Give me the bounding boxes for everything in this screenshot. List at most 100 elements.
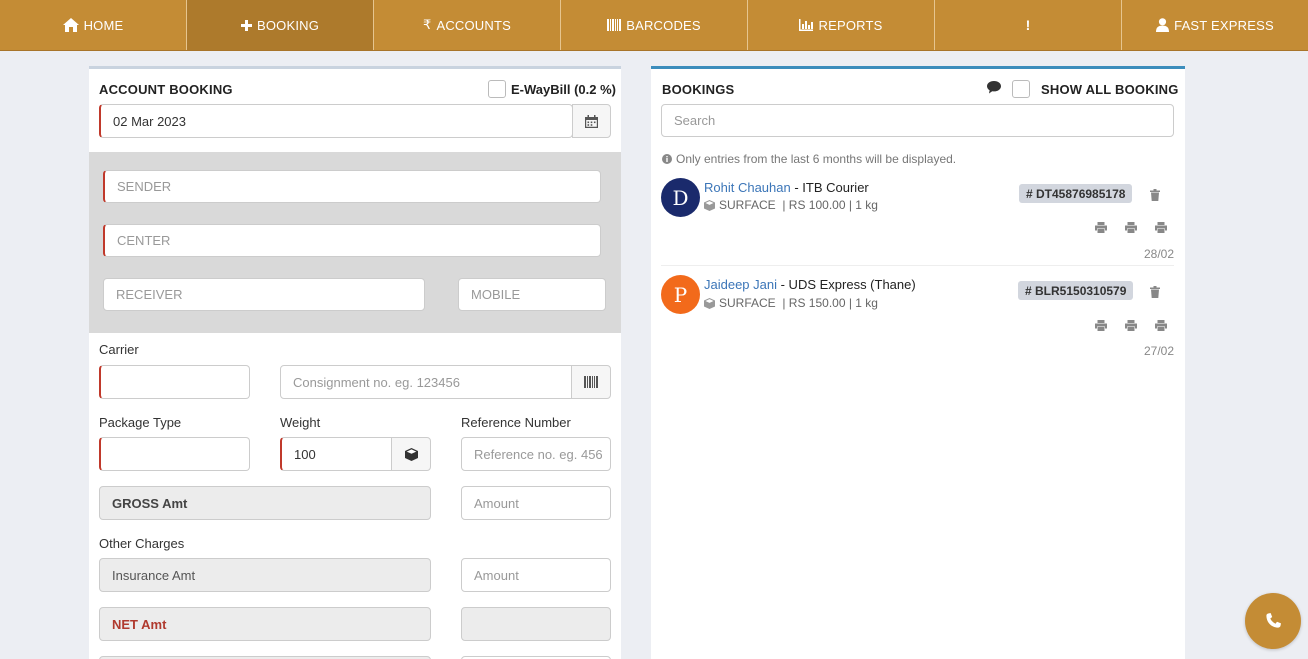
center-input[interactable]: CENTER: [103, 224, 601, 257]
print-button[interactable]: [1093, 317, 1109, 333]
barcode-icon: [607, 19, 622, 31]
booking-sender-link[interactable]: Jaideep Jani: [704, 277, 777, 292]
bookings-title: BOOKINGS: [662, 82, 735, 97]
net-amount-field: NET Amt: [99, 607, 431, 641]
barcode-icon: [584, 376, 598, 388]
booking-title: Rohit Chauhan - ITB Courier: [704, 180, 869, 195]
print-button[interactable]: [1123, 317, 1139, 333]
nav-reports-label: REPORTS: [818, 17, 883, 33]
insurance-amount-input[interactable]: Amount: [461, 558, 611, 592]
booking-date: 28/02: [1143, 247, 1174, 261]
printer-icon: [1095, 319, 1107, 331]
nav-barcodes[interactable]: BARCODES: [561, 0, 748, 50]
nav-reports[interactable]: REPORTS: [748, 0, 935, 50]
booking-consignment-badge: # BLR5150310579: [1018, 281, 1134, 300]
eway-bill-label: E-WayBill (0.2 %): [511, 81, 616, 97]
cube-icon: [704, 297, 715, 309]
bookings-search-input[interactable]: Search: [661, 104, 1174, 137]
receiver-input[interactable]: RECEIVER: [103, 278, 425, 311]
printer-icon: [1155, 221, 1167, 233]
mobile-input[interactable]: MOBILE: [458, 278, 606, 311]
net-amount-value: [461, 607, 611, 641]
nav-barcodes-label: BARCODES: [626, 17, 701, 33]
bookings-note: Only entries from the last 6 months will…: [662, 152, 956, 166]
trash-icon: [1150, 189, 1160, 201]
nav-accounts[interactable]: ₹ ACCOUNTS: [374, 0, 561, 50]
carrier-input[interactable]: [99, 365, 250, 399]
account-booking-title: ACCOUNT BOOKING: [99, 82, 233, 97]
booking-meta-text: SURFACE | RS 100.00 | 1 kg: [719, 198, 878, 212]
print-button[interactable]: [1123, 219, 1139, 235]
reference-number-label: Reference Number: [461, 415, 571, 430]
nav-booking-label: BOOKING: [256, 17, 320, 33]
reference-number-input[interactable]: Reference no. eg. 456: [461, 437, 611, 471]
user-icon: [1156, 18, 1170, 32]
weight-label: Weight: [280, 415, 321, 430]
printer-icon: [1125, 221, 1137, 233]
delete-booking-button[interactable]: [1147, 284, 1163, 300]
carrier-label: Carrier: [99, 342, 139, 357]
package-type-select[interactable]: [99, 437, 250, 471]
top-navbar: HOME BOOKING ₹ ACCOUNTS BARCODES REPORTS…: [0, 0, 1308, 51]
account-booking-panel: ACCOUNT BOOKING E-WayBill (0.2 %) 02 Mar…: [89, 66, 621, 659]
booking-item[interactable]: P Jaideep Jani - UDS Express (Thane) SUR…: [661, 273, 1174, 363]
booking-date: 27/02: [1143, 344, 1174, 358]
package-dimensions-button[interactable]: [391, 437, 431, 471]
nav-alerts[interactable]: !: [935, 0, 1122, 50]
booking-meta: SURFACE | RS 100.00 | 1 kg: [704, 198, 878, 212]
comment-icon: [987, 81, 1001, 94]
booking-meta: SURFACE | RS 150.00 | 1 kg: [704, 296, 878, 310]
booking-carrier: - ITB Courier: [790, 180, 869, 195]
gross-amount-field: GROSS Amt: [99, 486, 431, 520]
calendar-button[interactable]: [572, 104, 611, 138]
gross-amount-input[interactable]: Amount: [461, 486, 611, 520]
package-type-label: Package Type: [99, 415, 182, 430]
booking-date-input[interactable]: 02 Mar 2023: [99, 104, 573, 138]
nav-booking[interactable]: BOOKING: [187, 0, 374, 50]
booking-divider: [661, 265, 1174, 266]
nav-home[interactable]: HOME: [0, 0, 187, 50]
comment-button[interactable]: [987, 81, 1001, 95]
cube-icon: [704, 199, 715, 211]
plus-icon: [240, 19, 252, 31]
cube-icon: [404, 447, 418, 461]
scan-barcode-button[interactable]: [571, 365, 611, 399]
booking-meta-text: SURFACE | RS 150.00 | 1 kg: [719, 296, 878, 310]
printer-icon: [1125, 319, 1137, 331]
nav-user-label: FAST EXPRESS: [1174, 17, 1274, 33]
sender-input[interactable]: SENDER: [103, 170, 601, 203]
weight-input[interactable]: 100: [280, 437, 392, 471]
calendar-icon: [585, 114, 598, 128]
show-all-booking-label: SHOW ALL BOOKING: [1041, 82, 1179, 97]
booking-avatar: P: [661, 275, 700, 314]
printer-icon: [1155, 319, 1167, 331]
alert-icon: !: [1025, 17, 1031, 33]
home-icon: [62, 18, 79, 32]
info-icon: [662, 154, 672, 164]
print-button[interactable]: [1093, 219, 1109, 235]
booking-title: Jaideep Jani - UDS Express (Thane): [704, 277, 916, 292]
insurance-amount-field: Insurance Amt: [99, 558, 431, 592]
consignment-input[interactable]: Consignment no. eg. 123456: [280, 365, 572, 399]
eway-bill-checkbox[interactable]: [488, 80, 506, 98]
booking-sender-link[interactable]: Rohit Chauhan: [704, 180, 791, 195]
nav-accounts-label: ACCOUNTS: [436, 17, 512, 33]
call-button[interactable]: [1245, 593, 1301, 649]
party-details-section: SENDER CENTER RECEIVER MOBILE: [89, 152, 621, 333]
other-charges-label: Other Charges: [99, 536, 185, 551]
print-button[interactable]: [1153, 317, 1169, 333]
bar-chart-icon: [799, 19, 814, 31]
booking-avatar: D: [661, 178, 700, 217]
booking-item[interactable]: D Rohit Chauhan - ITB Courier SURFACE | …: [661, 176, 1174, 266]
delete-booking-button[interactable]: [1147, 187, 1163, 203]
print-button[interactable]: [1153, 219, 1169, 235]
phone-icon: [1266, 613, 1281, 628]
show-all-booking-checkbox[interactable]: [1012, 80, 1030, 98]
printer-icon: [1095, 221, 1107, 233]
nav-home-label: HOME: [83, 17, 124, 33]
nav-user[interactable]: FAST EXPRESS: [1122, 0, 1308, 50]
eway-bill-toggle: E-WayBill (0.2 %): [488, 80, 616, 98]
bookings-panel: BOOKINGS SHOW ALL BOOKING Search Only en…: [651, 66, 1185, 659]
trash-icon: [1150, 286, 1160, 298]
rupee-icon: ₹: [422, 17, 432, 32]
